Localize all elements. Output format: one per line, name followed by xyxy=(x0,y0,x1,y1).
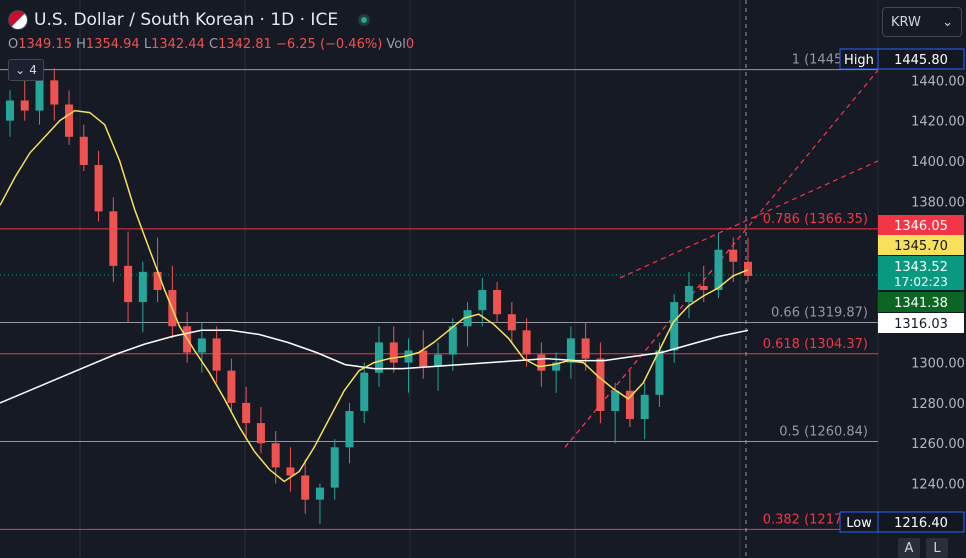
candle-body xyxy=(389,342,398,363)
low-value: 1342.44 xyxy=(151,37,205,52)
candle-body xyxy=(729,249,738,262)
candle-body xyxy=(124,265,133,303)
y-axis-tick-label: 1240.00 xyxy=(911,478,965,493)
open-value: 1349.15 xyxy=(18,37,72,52)
candle-body xyxy=(448,326,457,355)
candle-body xyxy=(611,390,620,411)
candle-body xyxy=(360,372,369,411)
y-axis-tick-label: 1440.00 xyxy=(911,74,965,89)
candle-body xyxy=(507,314,516,331)
symbol-title[interactable]: U.S. Dollar / South Korean · 1D · ICE xyxy=(34,10,338,30)
price-chart[interactable]: 1 (1445.31)0.786 (1366.35)0.66 (1319.87)… xyxy=(0,0,966,558)
fib-level-label: 0.5 (1260.84) xyxy=(779,425,868,440)
candle-body xyxy=(6,100,14,121)
candle-body xyxy=(271,443,280,468)
candle-body xyxy=(153,271,162,291)
indicators-collapse-button[interactable]: ⌄ 4 xyxy=(8,59,44,81)
candle-body xyxy=(212,338,221,371)
candle-body xyxy=(50,80,59,105)
candle-body xyxy=(330,447,339,488)
extreme-tag-label: Low xyxy=(846,516,872,531)
market-status-icon[interactable] xyxy=(358,14,371,26)
candle-body xyxy=(684,285,693,303)
log-label: L xyxy=(933,540,941,556)
price-badge-label: 1346.05 xyxy=(894,219,948,234)
candle-body xyxy=(79,136,88,166)
y-axis-tick-label: 1420.00 xyxy=(911,115,965,130)
price-badge-label: 1343.52 xyxy=(894,260,948,275)
price-badge-label: 1445.80 xyxy=(894,53,948,68)
candle-body xyxy=(581,338,590,359)
candle-body xyxy=(138,271,147,303)
y-axis-tick-label: 1380.00 xyxy=(911,195,965,210)
candle-body xyxy=(596,358,605,411)
fib-level-label: 0.786 (1366.35) xyxy=(763,212,868,227)
candle-body xyxy=(315,487,324,500)
candle-body xyxy=(640,394,649,420)
usd-krw-flag-icon xyxy=(8,10,28,30)
currency-label: KRW xyxy=(891,14,921,30)
y-axis-tick-label: 1260.00 xyxy=(911,437,965,452)
candle-body xyxy=(419,350,428,367)
auto-scale-button[interactable]: A xyxy=(898,538,920,558)
candle-body xyxy=(286,467,295,476)
volume-label: Vol xyxy=(386,37,406,52)
price-badge-label: 1316.03 xyxy=(894,317,948,332)
candle-body xyxy=(566,338,575,363)
symbol-header: U.S. Dollar / South Korean · 1D · ICE xyxy=(8,10,371,30)
volume-value: 0 xyxy=(405,37,415,52)
candle-body xyxy=(744,261,752,276)
candle-body xyxy=(197,338,206,353)
y-axis-tick-label: 1400.00 xyxy=(911,155,965,170)
fib-level-label: 0.618 (1304.37) xyxy=(763,337,868,352)
countdown-label: 17:02:23 xyxy=(894,275,948,289)
y-axis-tick-label: 1280.00 xyxy=(911,397,965,412)
candle-body xyxy=(256,423,265,444)
candle-body xyxy=(35,80,44,111)
y-axis-tick-label: 1300.00 xyxy=(911,357,965,372)
candle-body xyxy=(94,165,103,212)
candle-body xyxy=(20,100,29,111)
price-badge-label: 1216.40 xyxy=(894,516,948,531)
currency-select[interactable]: KRW ⌄ xyxy=(882,7,962,37)
candle-body xyxy=(699,285,708,291)
candle-body xyxy=(227,370,236,403)
candle-body xyxy=(478,290,487,311)
candle-body xyxy=(537,354,546,371)
change-value: −6.25 (−0.46%) xyxy=(275,37,383,52)
candle-body xyxy=(242,402,251,424)
log-scale-button[interactable]: L xyxy=(926,538,948,558)
high-label: H xyxy=(76,37,86,52)
auto-label: A xyxy=(904,540,914,556)
open-label: O xyxy=(8,37,19,52)
chart-window: 1 (1445.31) 0.786 (1366.35) 0.66 (1319.87)… xyxy=(0,0,966,558)
candle-body xyxy=(434,354,443,367)
candle-body xyxy=(345,410,354,448)
low-label: L xyxy=(143,37,152,52)
candle-body xyxy=(65,104,74,137)
price-badge-label: 1345.70 xyxy=(894,239,948,254)
close-value: 1342.81 xyxy=(218,37,272,52)
candle-body xyxy=(714,249,723,291)
price-badge-label: 1341.38 xyxy=(894,296,948,311)
candle-body xyxy=(301,475,310,500)
candle-body xyxy=(109,211,118,266)
indicator-count: 4 xyxy=(29,63,37,77)
extreme-tag-label: High xyxy=(844,53,874,68)
ohlc-legend: O1349.15 H1354.94 L1342.44 C1342.81 −6.2… xyxy=(8,37,414,52)
fib-level-label: 0.66 (1319.87) xyxy=(771,306,868,321)
high-value: 1354.94 xyxy=(85,37,140,52)
close-label: C xyxy=(208,37,219,52)
candle-body xyxy=(493,290,502,315)
chevron-down-icon: ⌄ xyxy=(15,63,26,77)
candle-body xyxy=(522,330,531,355)
chevron-down-icon: ⌄ xyxy=(942,14,953,30)
